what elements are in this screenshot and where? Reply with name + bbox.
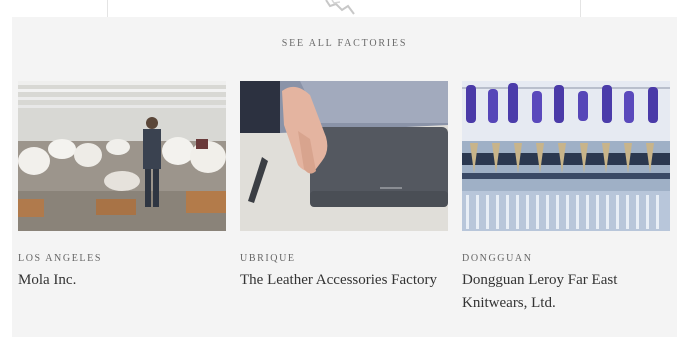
divider-right bbox=[580, 0, 581, 17]
factory-name: Dongguan Leroy Far East Knitwears, Ltd. bbox=[462, 272, 618, 311]
garment-factory-photo bbox=[18, 81, 226, 231]
factory-card-ubrique[interactable]: UBRIQUE The Leather Accessories Factory bbox=[240, 81, 448, 292]
top-strip bbox=[0, 0, 700, 17]
factory-city: LOS ANGELES bbox=[18, 253, 102, 264]
factory-city: UBRIQUE bbox=[240, 253, 296, 264]
factory-name: Mola Inc. bbox=[18, 272, 77, 288]
factory-name: The Leather Accessories Factory bbox=[240, 272, 437, 288]
factory-card-dongguan[interactable]: DONGGUAN Dongguan Leroy Far East Knitwea… bbox=[462, 81, 670, 315]
knitting-machine-photo bbox=[462, 81, 670, 231]
see-all-factories-link[interactable]: SEE ALL FACTORIES bbox=[12, 38, 677, 49]
sketch-fragment-image bbox=[325, 0, 355, 15]
divider-left bbox=[107, 0, 108, 17]
leather-laptop-sleeve-photo bbox=[240, 81, 448, 231]
factories-panel: SEE ALL FACTORIES LOS ANGELES Mola Inc. … bbox=[12, 17, 677, 337]
factory-card-los-angeles[interactable]: LOS ANGELES Mola Inc. bbox=[18, 81, 226, 292]
factory-city: DONGGUAN bbox=[462, 253, 533, 264]
